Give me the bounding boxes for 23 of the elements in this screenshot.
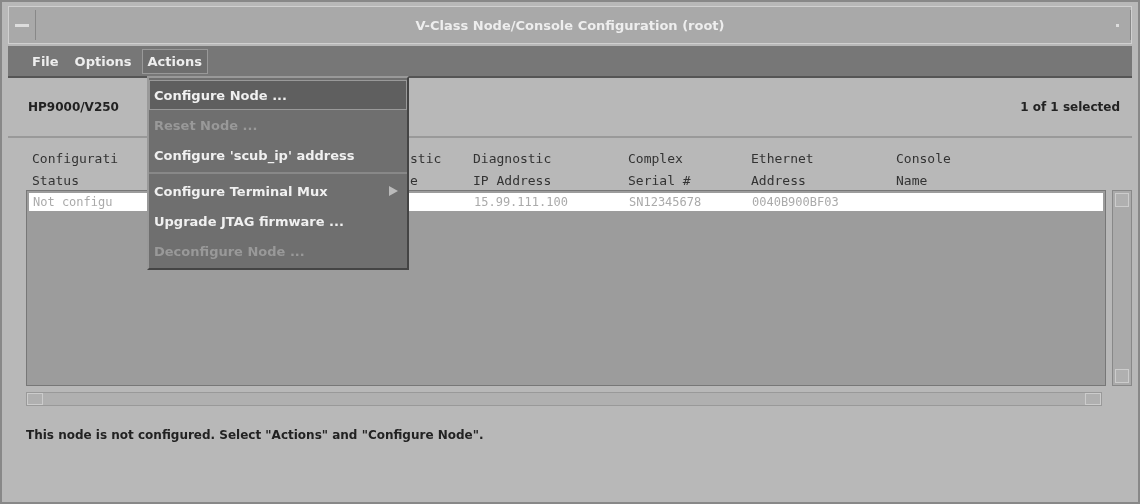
selection-count: 1 of 1 selected [1020, 100, 1120, 114]
menu-item[interactable]: Configure Node ... [149, 80, 407, 110]
column-header: Console Name [896, 150, 951, 190]
system-label: HP9000/V250 [28, 100, 119, 114]
menu-title[interactable]: Actions [141, 48, 208, 74]
menu-title[interactable]: File [26, 48, 65, 74]
column-header: Complex Serial # [628, 150, 691, 190]
column-header: Ethernet Address [751, 150, 814, 190]
column-header: stic e [410, 150, 442, 190]
horizontal-scrollbar[interactable] [26, 392, 1102, 406]
menu-title[interactable]: Options [68, 48, 138, 74]
table-cell-text: 0040B900BF03 [752, 195, 840, 209]
status-message: This node is not configured. Select "Actions" and "Configure Node". [26, 428, 485, 442]
bar-icon [15, 23, 29, 27]
vertical-scrollbar[interactable] [1112, 190, 1132, 386]
window-title: V-Class Node/Console Configuration (root) [414, 17, 726, 33]
table-cell-text: Not configu [33, 195, 114, 209]
menu-item[interactable]: Configure 'scub_ip' address [149, 140, 407, 170]
table-cell-text: SN12345678 [629, 195, 703, 209]
table-cell-text: 15.99.111.100 [474, 195, 569, 209]
column-header: Configurati Status [32, 150, 119, 190]
column-header: Diagnostic IP Address [473, 150, 552, 190]
submenu-arrow-icon [389, 186, 398, 196]
